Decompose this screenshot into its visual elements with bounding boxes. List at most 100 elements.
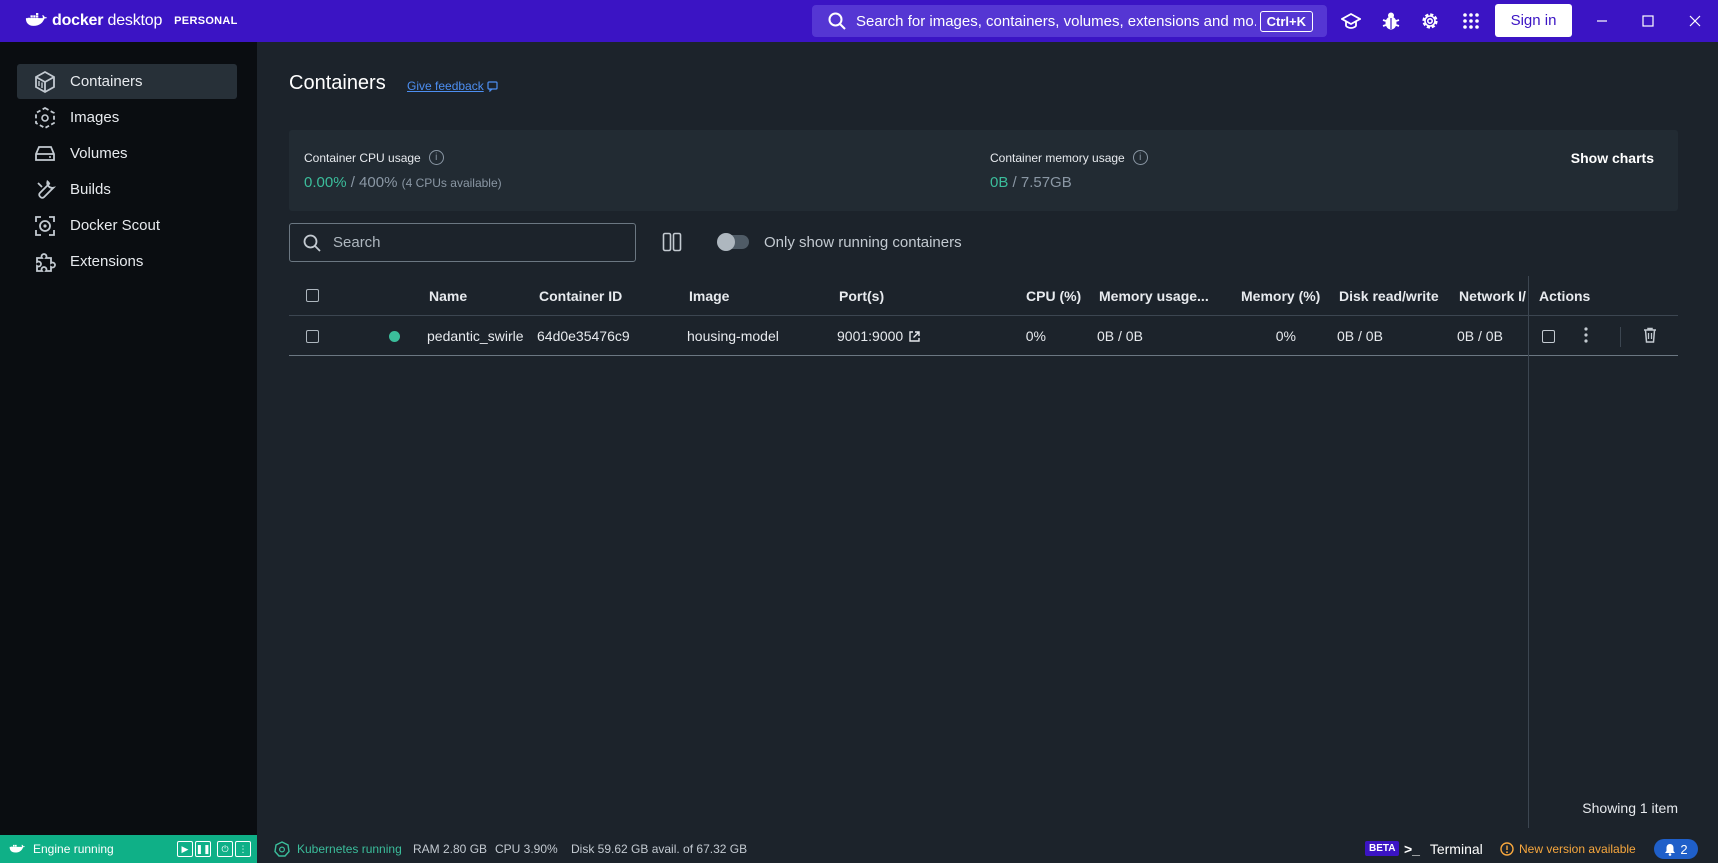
- usage-panel: Container CPU usage i 0.00% / 400% (4 CP…: [289, 130, 1678, 211]
- show-charts-button[interactable]: Show charts: [1571, 150, 1654, 166]
- app-name-prefix: docker: [52, 12, 104, 29]
- pause-icon[interactable]: ❚❚: [195, 841, 211, 857]
- sidebar-item-docker-scout[interactable]: Docker Scout: [17, 208, 237, 243]
- disk-status: Disk 59.62 GB avail. of 67.32 GB: [571, 842, 748, 856]
- play-icon[interactable]: ▶: [177, 841, 193, 857]
- apps-grid-icon[interactable]: [1460, 10, 1482, 32]
- wrench-icon: [32, 177, 58, 203]
- running-only-label: Only show running containers: [764, 234, 962, 251]
- global-search[interactable]: Search for images, containers, volumes, …: [812, 5, 1327, 37]
- column-container-id[interactable]: Container ID: [539, 288, 622, 304]
- sidebar-item-extensions[interactable]: Extensions: [17, 244, 237, 279]
- sidebar-item-label: Containers: [70, 73, 143, 90]
- title-bar: docker desktop PERSONAL Search for image…: [0, 0, 1718, 42]
- more-actions-icon[interactable]: [1583, 326, 1589, 347]
- feedback-icon: [487, 80, 498, 92]
- column-actions: Actions: [1539, 288, 1591, 304]
- docker-whale-icon: [9, 844, 25, 853]
- maximize-icon[interactable]: [1637, 10, 1659, 32]
- container-id: 64d0e35476c9: [537, 328, 630, 344]
- info-icon[interactable]: i: [1132, 150, 1148, 165]
- terminal-label: Terminal: [1429, 841, 1483, 857]
- container-port-link[interactable]: 9001:9000: [837, 328, 921, 344]
- sidebar-item-containers[interactable]: Containers: [17, 64, 237, 99]
- actions-divider: [1620, 327, 1621, 347]
- power-icon[interactable]: ⏻: [217, 841, 233, 857]
- container-name-link[interactable]: pedantic_swirle: [427, 328, 527, 344]
- columns-icon[interactable]: [661, 231, 683, 253]
- sidebar-item-builds[interactable]: Builds: [17, 172, 237, 207]
- global-search-placeholder: Search for images, containers, volumes, …: [856, 12, 1256, 30]
- terminal-prompt-icon: >_: [1404, 841, 1420, 857]
- image-icon: [32, 105, 58, 131]
- row-count: Showing 1 item: [1582, 800, 1678, 816]
- puzzle-icon: [32, 249, 58, 275]
- notifications-button[interactable]: 2: [1654, 839, 1698, 859]
- sidebar-item-label: Images: [70, 109, 120, 126]
- bug-icon[interactable]: [1380, 10, 1402, 32]
- memory-usage-label-text: Container memory usage: [990, 150, 1125, 165]
- toggle-knob: [717, 233, 735, 251]
- column-memory-percent[interactable]: Memory (%): [1241, 288, 1320, 304]
- container-network: 0B / 0B: [1457, 328, 1503, 344]
- scout-icon: [32, 213, 58, 239]
- cpu-usage-label: Container CPU usage i: [304, 150, 444, 165]
- sidebar-item-images[interactable]: Images: [17, 100, 237, 135]
- sidebar-item-volumes[interactable]: Volumes: [17, 136, 237, 171]
- search-placeholder: Search: [333, 234, 381, 251]
- give-feedback-link[interactable]: Give feedback: [407, 79, 498, 93]
- sidebar-item-label: Builds: [70, 181, 111, 198]
- terminal-button[interactable]: >_ Terminal: [1404, 841, 1483, 857]
- search-icon: [303, 234, 321, 252]
- give-feedback-label: Give feedback: [407, 79, 484, 93]
- container-image-link[interactable]: housing-model: [687, 328, 779, 344]
- plan-label: PERSONAL: [174, 15, 238, 27]
- memory-usage-label: Container memory usage i: [990, 150, 1148, 165]
- select-all-checkbox[interactable]: [306, 289, 319, 302]
- search-input[interactable]: Search: [289, 223, 636, 262]
- new-version-link[interactable]: New version available: [1500, 842, 1636, 856]
- memory-used: 0B: [990, 174, 1009, 191]
- status-bar: Engine running ▶ ❚❚ ⏻ ⋮ Kubernetes runni…: [0, 835, 1718, 863]
- gear-icon[interactable]: [1419, 10, 1441, 32]
- engine-status[interactable]: Engine running ▶ ❚❚ ⏻ ⋮: [0, 835, 257, 863]
- column-image[interactable]: Image: [689, 288, 729, 304]
- notification-count: 2: [1680, 841, 1688, 857]
- sidebar: Containers Images Volumes Builds Docker …: [0, 42, 257, 835]
- cpu-status: CPU 3.90%: [495, 842, 558, 856]
- more-icon[interactable]: ⋮: [235, 841, 251, 857]
- cpu-usage-value: 0.00% / 400% (4 CPUs available): [304, 174, 502, 191]
- volume-icon: [32, 141, 58, 167]
- container-cpu: 0%: [1025, 328, 1046, 344]
- close-icon[interactable]: [1684, 10, 1706, 32]
- container-memory-percent: 0%: [1275, 328, 1296, 344]
- column-memory-usage[interactable]: Memory usage...: [1099, 288, 1209, 304]
- column-ports[interactable]: Port(s): [839, 288, 884, 304]
- table-row[interactable]: pedantic_swirle 64d0e35476c9 housing-mod…: [289, 317, 1678, 356]
- container-icon: [32, 69, 58, 95]
- memory-total: / 7.57GB: [1012, 174, 1072, 191]
- cpu-note: (4 CPUs available): [401, 176, 502, 190]
- row-checkbox[interactable]: [306, 330, 319, 343]
- external-link-icon: [909, 330, 920, 342]
- ram-status: RAM 2.80 GB: [413, 842, 488, 856]
- minimize-icon[interactable]: [1591, 10, 1613, 32]
- app-name-suffix: desktop: [107, 12, 163, 29]
- status-running-dot: [389, 331, 400, 342]
- running-only-toggle[interactable]: [717, 233, 749, 251]
- container-memory-usage: 0B / 0B: [1097, 328, 1143, 344]
- column-cpu[interactable]: CPU (%): [1026, 288, 1081, 304]
- table-header: Name Container ID Image Port(s) CPU (%) …: [289, 276, 1678, 316]
- bell-icon: [1665, 843, 1676, 856]
- sign-in-button[interactable]: Sign in: [1495, 4, 1572, 37]
- column-name[interactable]: Name: [429, 288, 467, 304]
- learning-center-icon[interactable]: [1340, 10, 1362, 32]
- stop-icon[interactable]: [1542, 330, 1555, 343]
- trash-icon[interactable]: [1643, 327, 1657, 346]
- column-disk[interactable]: Disk read/write: [1339, 288, 1439, 304]
- sidebar-item-label: Extensions: [70, 253, 144, 270]
- sidebar-item-label: Volumes: [70, 145, 128, 162]
- info-icon[interactable]: i: [428, 150, 444, 165]
- cpu-usage-label-text: Container CPU usage: [304, 150, 421, 165]
- actions-column-divider: [1528, 316, 1529, 828]
